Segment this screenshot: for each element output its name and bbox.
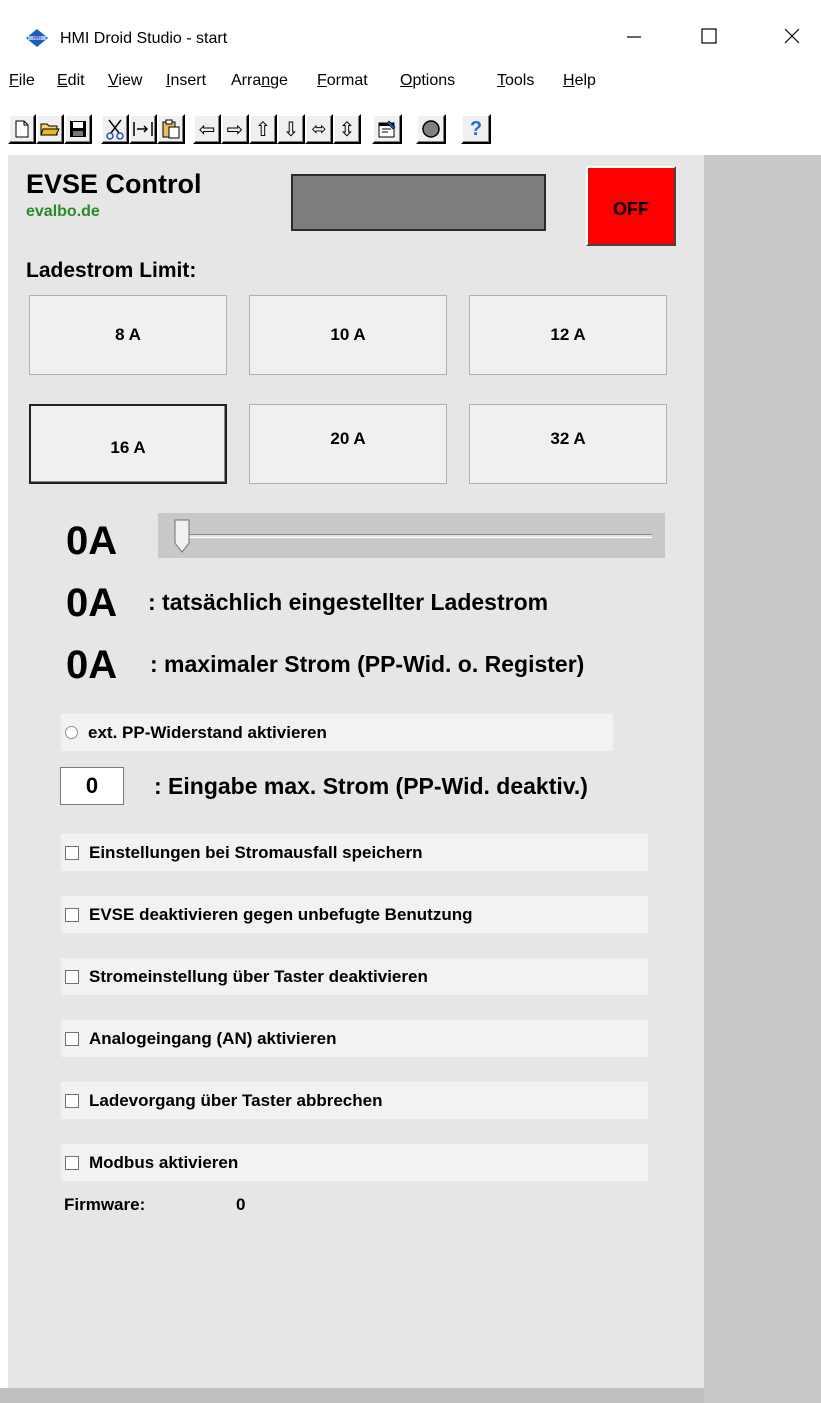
option-abort-charging[interactable]: Ladevorgang über Taster abbrechen: [61, 1082, 648, 1119]
max-current-label: : maximaler Strom (PP-Wid. o. Register): [150, 651, 585, 677]
resize-horizontal-button[interactable]: ⬄: [305, 114, 333, 144]
actual-current-label: : tatsächlich eingestellter Ladestrom: [148, 589, 549, 615]
limit-32a-button[interactable]: 32 A: [469, 404, 667, 484]
svg-text:HMI: HMI: [33, 36, 41, 41]
pp-resistor-radio[interactable]: [65, 726, 78, 739]
menu-edit[interactable]: Edit: [57, 72, 85, 90]
limit-8a-button[interactable]: 8 A: [29, 295, 227, 375]
open-button[interactable]: [36, 114, 64, 144]
firmware-value: 0: [236, 1195, 246, 1214]
pp-resistor-label: ext. PP-Widerstand aktivieren: [88, 722, 327, 742]
arrow-up-down-icon: ⇳: [338, 117, 356, 141]
app-logo-icon: HMI: [26, 29, 48, 47]
move-right-button[interactable]: ⇨: [221, 114, 249, 144]
arrow-down-icon: ⇩: [282, 117, 300, 141]
actual-current-value: 0A: [66, 581, 118, 625]
option-label: Einstellungen bei Stromausfall speichern: [89, 842, 423, 862]
resize-vertical-button[interactable]: ⇳: [333, 114, 361, 144]
close-button[interactable]: [762, 18, 821, 54]
minimize-icon: [627, 36, 641, 38]
record-icon: [422, 120, 440, 138]
cut-button[interactable]: [101, 114, 129, 144]
arrow-up-icon: ⇧: [254, 117, 272, 141]
minimize-button[interactable]: [604, 18, 664, 54]
power-off-button[interactable]: OFF: [586, 166, 676, 246]
record-button[interactable]: [416, 114, 446, 144]
max-current-input-label: : Eingabe max. Strom (PP-Wid. deaktiv.): [154, 773, 588, 799]
close-icon: [784, 28, 800, 44]
current-limit-label: Ladestrom Limit:: [26, 259, 197, 282]
slider-track: [176, 534, 652, 538]
max-current-value: 0A: [66, 643, 118, 687]
menu-bar: File Edit View Insert Arrange Format Opt…: [0, 70, 821, 96]
limit-10a-button[interactable]: 10 A: [249, 295, 447, 375]
cut-icon: [106, 119, 124, 140]
checkbox[interactable]: [65, 1155, 79, 1170]
help-icon: ?: [469, 117, 483, 140]
toolbar: ⇦ ⇨ ⇧ ⇩ ⬄ ⇳ ?: [0, 98, 821, 150]
menu-file[interactable]: File: [9, 72, 35, 90]
limit-12a-button[interactable]: 12 A: [469, 295, 667, 375]
pp-resistor-option[interactable]: ext. PP-Widerstand aktivieren: [61, 714, 613, 751]
copy-icon: [133, 122, 153, 136]
maximize-button[interactable]: [679, 18, 739, 54]
paste-button[interactable]: [157, 114, 185, 144]
menu-arrange[interactable]: Arrange: [231, 72, 288, 90]
option-label: Ladevorgang über Taster abbrechen: [89, 1090, 383, 1110]
option-analog-input[interactable]: Analogeingang (AN) aktivieren: [61, 1020, 648, 1057]
menu-help[interactable]: Help: [563, 72, 596, 90]
limit-16a-button[interactable]: 16 A: [29, 404, 227, 484]
arrow-left-right-icon: ⬄: [311, 118, 327, 140]
save-icon: [70, 121, 86, 137]
menu-tools[interactable]: Tools: [497, 72, 534, 90]
move-down-button[interactable]: ⇩: [277, 114, 305, 144]
paste-icon: [162, 119, 180, 139]
new-file-icon: [15, 120, 29, 138]
move-up-button[interactable]: ⇧: [249, 114, 277, 144]
checkbox[interactable]: [65, 1093, 79, 1108]
arrow-right-icon: ⇨: [226, 117, 244, 141]
open-folder-icon: [40, 123, 60, 136]
option-disable-evse[interactable]: EVSE deaktivieren gegen unbefugte Benutz…: [61, 896, 648, 933]
page-subtitle: evalbo.de: [26, 203, 100, 220]
menu-view[interactable]: View: [108, 72, 142, 90]
move-left-button[interactable]: ⇦: [193, 114, 221, 144]
option-label: Stromeinstellung über Taster deaktiviere…: [89, 966, 428, 986]
checkbox[interactable]: [65, 1031, 79, 1046]
limit-20a-button[interactable]: 20 A: [249, 404, 447, 484]
properties-icon: [378, 120, 396, 138]
window-title: HMI Droid Studio - start: [60, 30, 228, 47]
slider-thumb[interactable]: [174, 519, 190, 553]
checkbox[interactable]: [65, 969, 79, 984]
evse-panel: EVSE Control evalbo.de OFF Ladestrom Lim…: [8, 155, 704, 1388]
option-disable-button-current[interactable]: Stromeinstellung über Taster deaktiviere…: [61, 958, 648, 995]
new-file-button[interactable]: [8, 114, 36, 144]
page-title: EVSE Control: [26, 169, 202, 199]
menu-options[interactable]: Options: [400, 72, 455, 90]
option-save-on-power-loss[interactable]: Einstellungen bei Stromausfall speichern: [61, 834, 648, 871]
copy-button[interactable]: [129, 114, 157, 144]
menu-insert[interactable]: Insert: [166, 72, 206, 90]
option-label: EVSE deaktivieren gegen unbefugte Benutz…: [89, 904, 473, 924]
checkbox[interactable]: [65, 845, 79, 860]
save-button[interactable]: [64, 114, 92, 144]
menu-format[interactable]: Format: [317, 72, 368, 90]
status-display: [291, 174, 546, 231]
title-bar: HMI HMI Droid Studio - start: [0, 0, 821, 56]
properties-button[interactable]: [372, 114, 402, 144]
slider-value-label: 0A: [66, 519, 118, 563]
arrow-left-icon: ⇦: [198, 117, 216, 141]
checkbox[interactable]: [65, 907, 79, 922]
option-label: Modbus aktivieren: [89, 1152, 239, 1172]
bottom-strip: [0, 1388, 704, 1403]
right-gray-area: [704, 155, 821, 1403]
max-current-input[interactable]: 0: [60, 767, 124, 805]
help-button[interactable]: ?: [461, 114, 491, 144]
option-label: Analogeingang (AN) aktivieren: [89, 1028, 337, 1048]
maximize-icon: [701, 28, 717, 44]
firmware-label: Firmware:: [64, 1195, 146, 1214]
option-modbus[interactable]: Modbus aktivieren: [61, 1144, 648, 1181]
